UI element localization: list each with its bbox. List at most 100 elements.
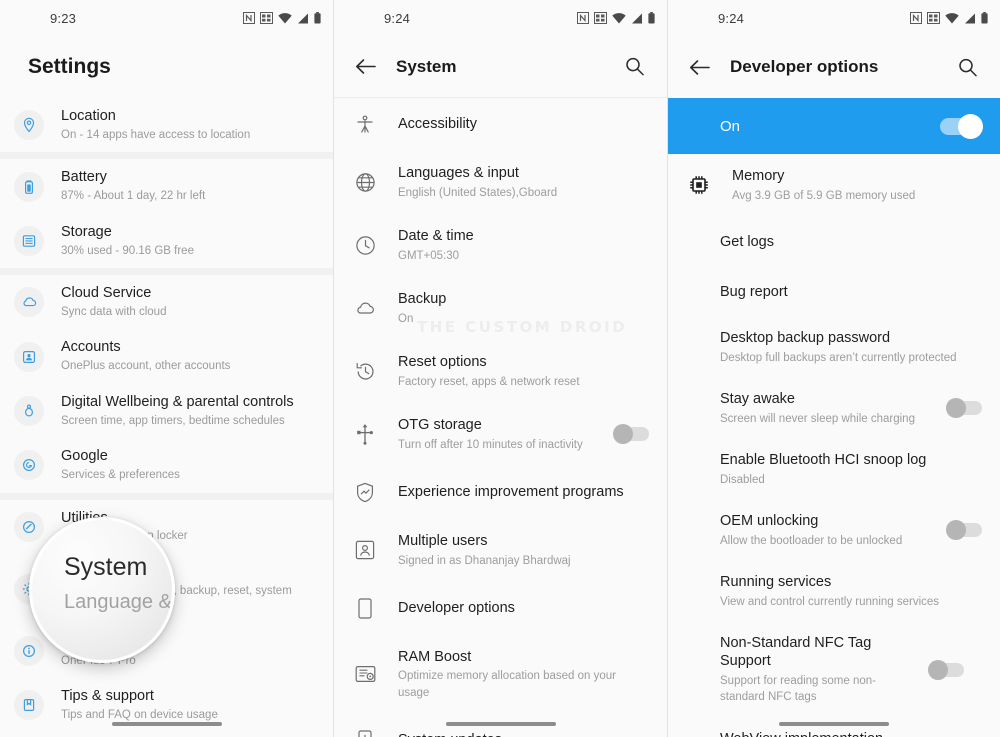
wifi-icon [945,12,959,23]
status-icons [243,12,321,24]
otg-storage-toggle[interactable] [613,424,649,445]
settings-row-cloud-service[interactable]: Cloud Service Sync data with cloud [0,275,333,329]
globe-icon [352,172,378,193]
row-subtitle: 30% used - 90.16 GB free [61,244,194,257]
battery-status-icon [981,12,988,24]
user-box-icon [352,540,378,560]
dev-row-webview-implementation[interactable]: WebView implementation Android System We… [668,718,1000,737]
row-subtitle: GMT+05:30 [398,249,460,262]
settings-row-google[interactable]: Google Services & preferences [0,438,333,492]
settings-row-accounts[interactable]: Accounts OnePlus account, other accounts [0,329,333,383]
utilities-icon [14,511,44,542]
developer-options-master-banner[interactable]: On [668,98,1000,154]
oem-unlocking-toggle[interactable] [946,520,982,541]
tips-book-icon [14,690,44,721]
row-title: Reset options [398,353,487,370]
cloud-outline-icon [352,299,378,317]
row-title: Battery [61,169,107,186]
row-title: Digital Wellbeing & parental controls [61,393,294,410]
magnifier-lens-system: System Language & k [29,517,175,663]
storage-icon [14,225,44,256]
row-title: Desktop backup password [720,329,891,346]
row-title: System updates [398,731,649,737]
row-subtitle: Avg 3.9 GB of 5.9 GB memory used [732,189,916,202]
panel-settings: 9:23 Settings Location On - 14 apps have… [0,0,333,737]
dev-row-memory[interactable]: Memory Avg 3.9 GB of 5.9 GB memory used [668,154,1000,217]
magnified-title: System [64,553,148,581]
row-title: Non-Standard NFC Tag Support [720,634,872,670]
settings-group-accounts: Cloud Service Sync data with cloud Accou… [0,268,333,493]
row-subtitle: Sync data with cloud [61,305,167,318]
dev-row-bug-report[interactable]: Bug report [668,267,1000,317]
system-row-developer-options[interactable]: Developer options [334,582,667,635]
row-subtitle: Turn off after 10 minutes of inactivity [398,438,583,451]
system-row-reset-options[interactable]: Reset options Factory reset, apps & netw… [334,340,667,403]
dev-row-get-logs[interactable]: Get logs [668,217,1000,267]
search-icon[interactable] [952,52,982,82]
settings-row-battery[interactable]: Battery 87% - About 1 day, 22 hr left [0,159,333,213]
stay-awake-toggle[interactable] [946,398,982,419]
developer-title-bar: Developer options [668,36,1000,98]
settings-row-location[interactable]: Location On - 14 apps have access to loc… [0,98,333,152]
settings-row-storage[interactable]: Storage 30% used - 90.16 GB free [0,214,333,268]
system-row-date-time[interactable]: Date & time GMT+05:30 [334,214,667,277]
banner-label: On [720,117,741,135]
search-icon[interactable] [619,52,649,82]
row-subtitle: OnePlus account, other accounts [61,360,231,373]
row-title: RAM Boost [398,648,472,665]
row-title: Backup [398,290,447,307]
dev-row-stay-awake[interactable]: Stay awake Screen will never sleep while… [668,378,1000,439]
status-bar: 9:24 [668,0,1000,36]
row-title: Accessibility [398,116,477,133]
panel-developer-options: 9:24 Developer options On Memory Avg 3.9… [667,0,1000,737]
row-title: Location [61,108,116,124]
row-subtitle: English (United States),Gboard [398,186,558,199]
nfc-icon [577,12,589,24]
settings-row-digital-wellbeing[interactable]: Digital Wellbeing & parental controls Sc… [0,384,333,438]
about-info-icon [14,635,44,666]
row-subtitle: Optimize memory allocation based on your… [398,670,616,699]
accessibility-icon [352,115,378,135]
home-indicator [445,722,556,726]
row-subtitle: View and control currently running servi… [720,595,940,608]
developer-phone-icon [352,598,378,619]
row-title: WebView implementation [720,730,982,737]
system-row-languages-input[interactable]: Languages & input English (United States… [334,151,667,214]
panel-system: 9:24 System Accessibility Languages & in… [333,0,667,737]
back-arrow-icon[interactable] [348,50,382,84]
row-title: Storage [61,223,112,240]
back-arrow-icon[interactable] [682,50,716,84]
row-subtitle: Desktop full backups aren’t currently pr… [720,351,957,364]
system-row-multiple-users[interactable]: Multiple users Signed in as Dhananjay Bh… [334,519,667,582]
signal-icon [632,13,642,23]
row-title: Multiple users [398,532,488,549]
system-row-ram-boost[interactable]: RAM Boost Optimize memory allocation bas… [334,635,667,714]
row-subtitle: Support for reading some non-standard NF… [720,675,876,704]
dev-row-non-standard-nfc-tag-support[interactable]: Non-Standard NFC Tag Support Support for… [668,622,1000,718]
battery-icon [14,171,44,202]
volte-icon [260,12,273,24]
dev-row-running-services[interactable]: Running services View and control curren… [668,561,1000,622]
signal-icon [298,13,308,23]
row-subtitle: Allow the bootloader to be unlocked [720,534,903,547]
system-row-otg-storage[interactable]: OTG storage Turn off after 10 minutes of… [334,403,667,466]
row-title: Memory [732,168,785,184]
system-row-experience-improvement[interactable]: Experience improvement programs [334,466,667,519]
dev-row-desktop-backup-password[interactable]: Desktop backup password Desktop full bac… [668,317,1000,378]
row-subtitle: Screen will never sleep while charging [720,412,915,425]
nfc-icon [243,12,255,24]
non-standard-nfc-toggle[interactable] [928,659,964,680]
dev-row-bluetooth-hci-snoop-log[interactable]: Enable Bluetooth HCI snoop log Disabled [668,439,1000,500]
row-title: OEM unlocking [720,512,819,529]
row-title: Running services [720,573,832,590]
system-row-backup[interactable]: Backup On [334,277,667,340]
wifi-icon [278,12,292,23]
row-subtitle: Disabled [720,473,765,486]
wellbeing-icon [14,395,44,426]
reset-history-icon [352,361,378,382]
row-title: Accounts [61,339,121,356]
status-icons [577,12,655,24]
dev-row-oem-unlocking[interactable]: OEM unlocking Allow the bootloader to be… [668,500,1000,561]
system-row-accessibility[interactable]: Accessibility [334,98,667,151]
developer-options-master-toggle[interactable] [940,113,983,139]
